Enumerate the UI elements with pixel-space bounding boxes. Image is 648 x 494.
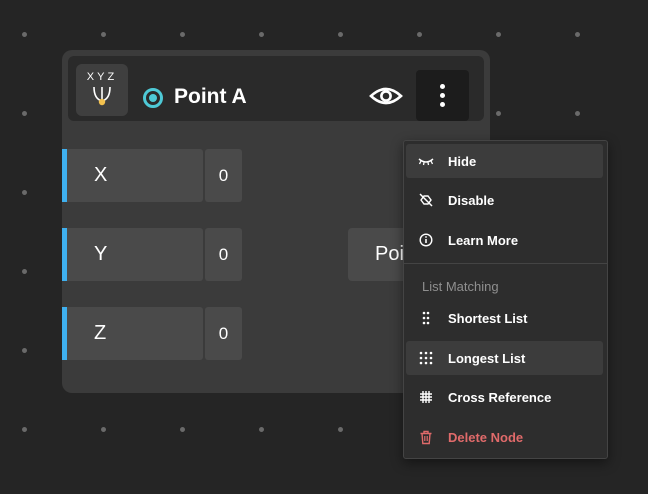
menu-item-shortest-list[interactable]: Shortest List — [406, 301, 603, 335]
input-port-z[interactable]: Z 0 — [62, 307, 242, 360]
port-label: Y — [94, 243, 108, 265]
list-matching-section-label: List Matching — [422, 279, 499, 294]
port-value-field[interactable]: 0 — [205, 307, 242, 360]
cross-reference-icon — [418, 389, 434, 405]
menu-divider — [404, 263, 607, 264]
disable-icon — [418, 192, 434, 208]
input-port-x[interactable]: X 0 — [62, 149, 242, 202]
merge-lines-icon — [93, 86, 111, 106]
menu-item-cross-reference[interactable]: Cross Reference — [406, 380, 603, 414]
trash-icon — [418, 429, 434, 445]
menu-item-learn-more[interactable]: Learn More — [406, 223, 603, 257]
longest-list-icon — [418, 350, 434, 366]
menu-item-hide[interactable]: Hide — [406, 144, 603, 178]
menu-item-disable[interactable]: Disable — [406, 183, 603, 217]
menu-item-delete-node[interactable]: Delete Node — [406, 420, 603, 454]
port-label: Z — [94, 322, 107, 344]
info-icon — [418, 232, 434, 248]
node-header[interactable]: XYZ Point A — [68, 56, 484, 121]
shortest-list-icon — [418, 310, 434, 326]
context-menu: Hide Disable Learn More List Matching Sh… — [403, 140, 608, 459]
menu-item-longest-list[interactable]: Longest List — [406, 341, 603, 375]
eye-closed-icon — [418, 153, 434, 169]
input-port-y[interactable]: Y 0 — [62, 228, 242, 281]
eye-icon — [369, 87, 403, 105]
xyz-node-icon: XYZ — [76, 64, 128, 116]
port-label: X — [94, 164, 108, 186]
node-title: Point A — [174, 85, 247, 108]
status-indicator-icon — [143, 88, 163, 108]
port-value-field[interactable]: 0 — [205, 149, 242, 202]
visibility-toggle-button[interactable] — [366, 80, 406, 112]
port-value-field[interactable]: 0 — [205, 228, 242, 281]
more-options-button[interactable] — [416, 70, 469, 121]
node-icon-label: XYZ — [86, 71, 118, 83]
more-vertical-icon — [440, 84, 445, 89]
